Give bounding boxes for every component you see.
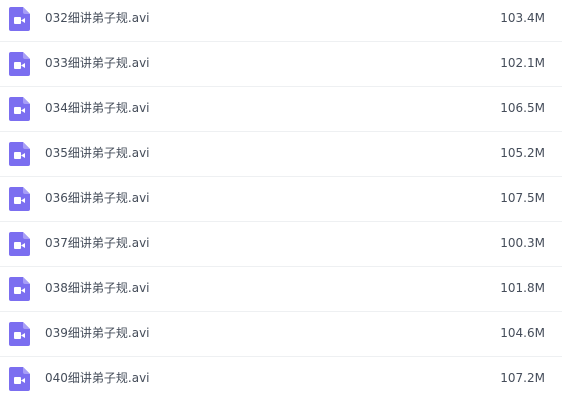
file-size: 107.5M: [500, 191, 545, 205]
file-size: 107.2M: [500, 371, 545, 385]
file-name[interactable]: 039细讲弟子规.avi: [45, 325, 150, 341]
file-name[interactable]: 040细讲弟子规.avi: [45, 370, 150, 386]
file-row[interactable]: 036细讲弟子规.avi 107.5M: [0, 177, 562, 222]
file-size: 103.4M: [500, 11, 545, 25]
file-size: 101.8M: [500, 281, 545, 295]
file-name[interactable]: 034细讲弟子规.avi: [45, 100, 150, 116]
file-name[interactable]: 033细讲弟子规.avi: [45, 55, 150, 71]
file-row[interactable]: 035细讲弟子规.avi 105.2M: [0, 132, 562, 177]
file-list: 032细讲弟子规.avi 103.4M 033细讲弟子规.avi 102.1M …: [0, 0, 562, 401]
file-row[interactable]: 034细讲弟子规.avi 106.5M: [0, 87, 562, 132]
file-row[interactable]: 032细讲弟子规.avi 103.4M: [0, 0, 562, 42]
file-row[interactable]: 033细讲弟子规.avi 102.1M: [0, 42, 562, 87]
file-name[interactable]: 038细讲弟子规.avi: [45, 280, 150, 296]
file-size: 104.6M: [500, 326, 545, 340]
file-name[interactable]: 037细讲弟子规.avi: [45, 235, 150, 251]
file-name[interactable]: 032细讲弟子规.avi: [45, 10, 150, 26]
file-row[interactable]: 039细讲弟子规.avi 104.6M: [0, 312, 562, 357]
file-name[interactable]: 036细讲弟子规.avi: [45, 190, 150, 206]
file-row[interactable]: 038细讲弟子规.avi 101.8M: [0, 267, 562, 312]
file-size: 102.1M: [500, 56, 545, 70]
file-size: 100.3M: [500, 236, 545, 250]
file-name[interactable]: 035细讲弟子规.avi: [45, 145, 150, 161]
file-row[interactable]: 040细讲弟子规.avi 107.2M: [0, 357, 562, 402]
file-size: 106.5M: [500, 101, 545, 115]
file-size: 105.2M: [500, 146, 545, 160]
file-row[interactable]: 037细讲弟子规.avi 100.3M: [0, 222, 562, 267]
